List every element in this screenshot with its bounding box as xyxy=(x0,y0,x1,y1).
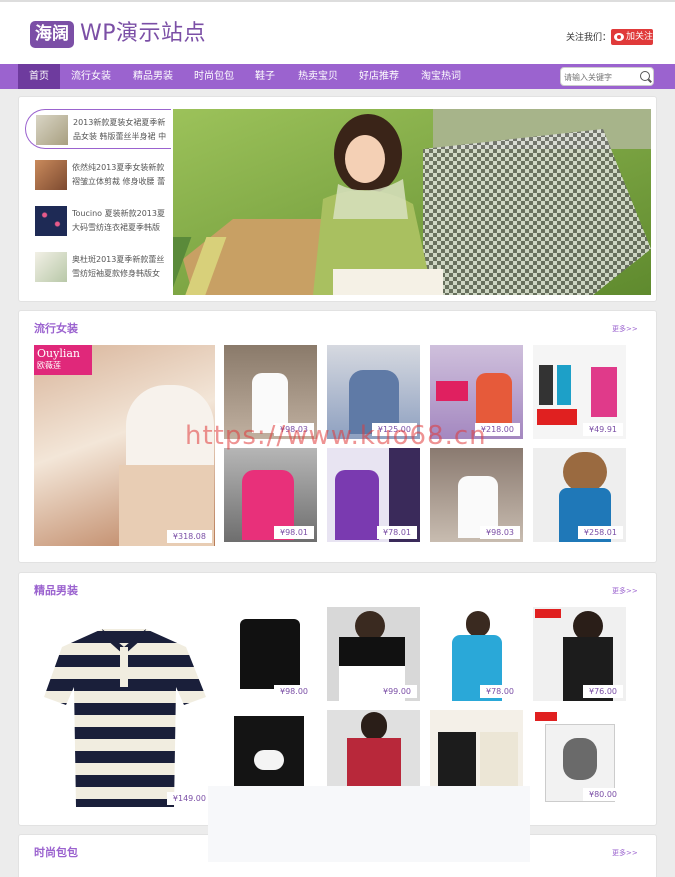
nav-item-shoes[interactable]: 鞋子 xyxy=(247,64,283,89)
main-nav: 首页 流行女装 精品男装 时尚包包 鞋子 热卖宝贝 好店推荐 淘宝热词 xyxy=(0,64,675,89)
follow-label: 关注我们： xyxy=(566,33,612,43)
nav-item-women[interactable]: 流行女装 xyxy=(62,64,120,89)
hero-image[interactable] xyxy=(173,109,651,295)
nav-item-hot[interactable]: 热卖宝贝 xyxy=(290,64,346,89)
product-price: ¥98.03 xyxy=(480,526,520,539)
slide-title: 依然纯2013夏季女装新款 褶皱立体剪裁 修身收腰 蕾 xyxy=(72,163,166,186)
watermark: https://www.kuo68.cn xyxy=(185,421,487,451)
product-tile[interactable]: ¥78.01 xyxy=(327,448,420,542)
product-tile[interactable]: ¥49.91 xyxy=(533,345,626,439)
nav-item-bags[interactable]: 时尚包包 xyxy=(185,64,243,89)
nav-item-men[interactable]: 精品男装 xyxy=(124,64,182,89)
brand-name: Ouylian xyxy=(37,347,80,360)
product-tile[interactable]: ¥76.00 xyxy=(533,607,626,701)
weibo-follow-button[interactable]: 加关注 xyxy=(611,29,653,45)
product-price: ¥98.01 xyxy=(274,526,314,539)
weibo-eye-icon xyxy=(614,33,624,41)
featured-product-tile[interactable]: ¥149.00 xyxy=(34,607,215,808)
slide-thumbnail xyxy=(36,115,68,145)
product-price: ¥318.08 xyxy=(166,530,212,543)
section-title[interactable]: 精品男装 xyxy=(34,584,78,598)
search-icon[interactable] xyxy=(640,71,650,81)
more-link[interactable]: 更多>> xyxy=(612,848,638,858)
blank-overlay xyxy=(208,786,530,862)
product-price: ¥99.00 xyxy=(377,685,417,698)
search-box xyxy=(560,67,654,86)
site-header: 海阔 WP演示站点 关注我们： 加关注 xyxy=(0,0,675,64)
section-title[interactable]: 流行女装 xyxy=(34,322,78,336)
featured-slider: 2013新款夏装女裙夏季新品女装 韩版蕾丝半身裙 中 依然纯2013夏季女装新款… xyxy=(18,96,657,302)
product-price: ¥80.00 xyxy=(583,788,623,801)
product-price: ¥98.00 xyxy=(274,685,314,698)
slider-item[interactable]: 依然纯2013夏季女装新款 褶皱立体剪裁 修身收腰 蕾 xyxy=(25,155,171,195)
product-price: ¥78.00 xyxy=(480,685,520,698)
site-logo[interactable]: 海阔 xyxy=(30,21,74,48)
product-price: ¥258.01 xyxy=(577,526,623,539)
slide-title: 2013新款夏装女裙夏季新品女装 韩版蕾丝半身裙 中 xyxy=(73,118,167,141)
section-title[interactable]: 时尚包包 xyxy=(34,846,78,860)
product-tile[interactable]: ¥99.00 xyxy=(327,607,420,701)
nav-item-hotwords[interactable]: 淘宝热词 xyxy=(413,64,469,89)
slider-item[interactable]: Toucino 夏装新款2013夏 大码雪纺连衣裙夏季韩版 xyxy=(25,201,171,241)
product-price: ¥76.00 xyxy=(583,685,623,698)
site-title[interactable]: WP演示站点 xyxy=(80,18,206,50)
slide-thumbnail xyxy=(35,252,67,282)
hero-photo xyxy=(173,109,651,295)
follow-button-label: 加关注 xyxy=(626,32,654,42)
search-input[interactable] xyxy=(564,70,636,84)
slider-item[interactable]: 奥杜斑2013夏季新款蕾丝 雪纺短袖夏款修身韩版女 xyxy=(25,247,171,287)
nav-item-shops[interactable]: 好店推荐 xyxy=(351,64,407,89)
product-price: ¥49.91 xyxy=(583,423,623,436)
product-price: ¥78.01 xyxy=(377,526,417,539)
brand-tag: Ouylian 欧薇莲 xyxy=(34,345,92,375)
slider-item[interactable]: 2013新款夏装女裙夏季新品女装 韩版蕾丝半身裙 中 xyxy=(25,109,171,149)
nav-item-home[interactable]: 首页 xyxy=(18,64,60,89)
product-tile[interactable]: ¥98.03 xyxy=(430,448,523,542)
slide-thumbnail xyxy=(35,206,67,236)
slide-thumbnail xyxy=(35,160,67,190)
product-price: ¥149.00 xyxy=(166,792,212,805)
product-tile[interactable]: ¥80.00 xyxy=(533,710,626,804)
striped-polo xyxy=(44,629,206,807)
more-link[interactable]: 更多>> xyxy=(612,324,638,334)
more-link[interactable]: 更多>> xyxy=(612,586,638,596)
brand-name-cn: 欧薇莲 xyxy=(37,361,61,370)
product-tile[interactable]: ¥98.00 xyxy=(224,607,317,701)
product-tile[interactable]: ¥78.00 xyxy=(430,607,523,701)
slide-title: Toucino 夏装新款2013夏 大码雪纺连衣裙夏季韩版 xyxy=(72,209,165,232)
slide-title: 奥杜斑2013夏季新款蕾丝 雪纺短袖夏款修身韩版女 xyxy=(72,255,165,278)
product-tile[interactable]: ¥258.01 xyxy=(533,448,626,542)
product-tile[interactable]: ¥98.01 xyxy=(224,448,317,542)
